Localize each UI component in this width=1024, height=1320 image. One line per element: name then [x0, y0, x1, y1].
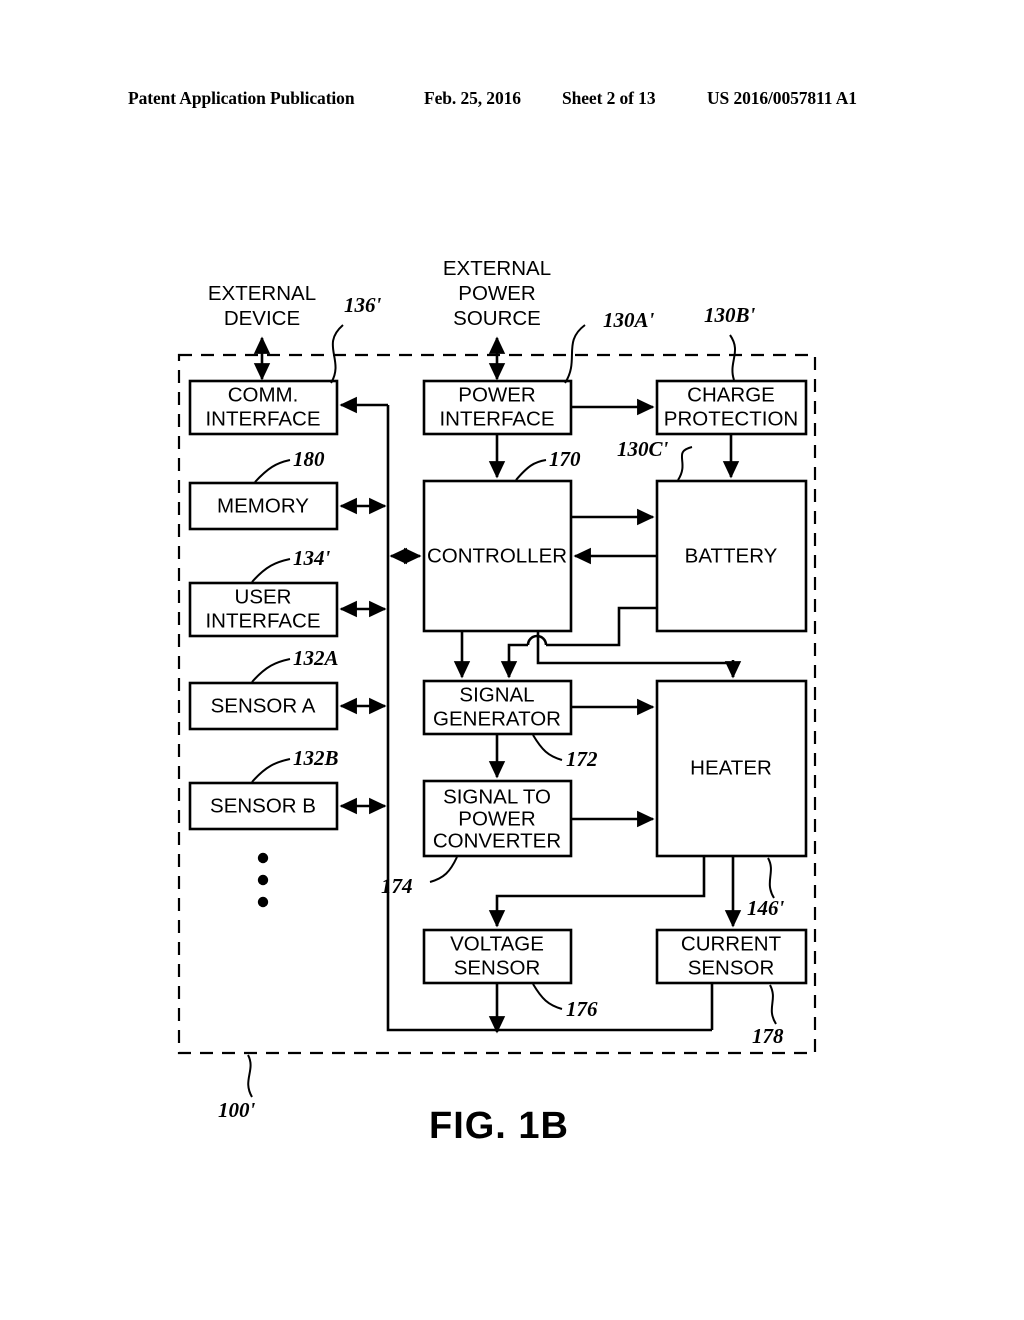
heater-label: HEATER	[690, 756, 772, 779]
s2p-label-line2: POWER	[458, 807, 535, 830]
leader-146	[767, 857, 775, 899]
ref-172-label: 172	[566, 747, 598, 771]
comm-interface-label-line2: INTERFACE	[205, 407, 320, 430]
leader-100	[247, 1054, 253, 1098]
wire-hop-tail-to-siggen	[507, 643, 528, 677]
leader-132B	[251, 758, 291, 783]
leader-178	[769, 984, 777, 1025]
sensor-ellipsis-dot-3	[257, 896, 269, 908]
external-power-source-label-line3: SOURCE	[453, 307, 541, 330]
leader-134	[251, 558, 291, 583]
signal-generator-label-line2: GENERATOR	[433, 707, 561, 730]
external-power-source-label-line1: EXTERNAL	[443, 257, 551, 280]
ref-134-label: 134'	[293, 546, 331, 570]
ref-170-label: 170	[549, 447, 581, 471]
power-interface-label-line1: POWER	[458, 383, 535, 406]
ref-180-label: 180	[293, 447, 325, 471]
user-interface-label-line2: INTERFACE	[205, 609, 320, 632]
figure-caption: FIG. 1B	[429, 1105, 569, 1147]
s2p-label-line3: CONVERTER	[433, 829, 561, 852]
battery-label: BATTERY	[685, 544, 778, 567]
figure-1b-diagram: EXTERNAL DEVICE EXTERNAL POWER SOURCE CO…	[177, 257, 817, 1147]
external-power-source-label-line2: POWER	[458, 282, 535, 305]
ref-176-label: 176	[566, 997, 598, 1021]
comm-interface-label-line1: COMM.	[228, 383, 299, 406]
ref-132A-label: 132A	[293, 646, 339, 670]
wire-controller-to-heater	[536, 631, 735, 677]
sensor-ellipsis-dot-2	[257, 874, 269, 886]
memory-label: MEMORY	[217, 494, 309, 517]
ref-130C-label: 130C'	[617, 437, 669, 461]
controller-label: CONTROLLER	[427, 544, 567, 567]
signal-generator-label-line1: SIGNAL	[459, 683, 534, 706]
sensor-b-label: SENSOR B	[210, 794, 316, 817]
external-device-label-line1: EXTERNAL	[208, 282, 316, 305]
leader-176	[532, 983, 563, 1010]
ref-132B-label: 132B	[293, 746, 339, 770]
leader-132A	[251, 658, 291, 683]
ref-174-label: 174	[381, 874, 413, 898]
power-interface-label-line2: INTERFACE	[439, 407, 554, 430]
ref-100-label: 100'	[218, 1098, 256, 1122]
ref-130B-label: 130B'	[704, 303, 756, 327]
wire-heater-to-voltage-sensor	[495, 856, 706, 926]
s2p-label-line1: SIGNAL TO	[443, 785, 551, 808]
ref-136-label: 136'	[344, 293, 382, 317]
sensor-a-label: SENSOR A	[211, 694, 316, 717]
leader-174	[429, 856, 458, 883]
patent-figure-page: Patent Application Publication Feb. 25, …	[0, 0, 1024, 1320]
leader-172	[532, 734, 563, 761]
ref-146-label: 146'	[747, 896, 785, 920]
leader-130C	[677, 446, 693, 481]
ref-178-label: 178	[752, 1024, 784, 1048]
voltage-sensor-label-line2: SENSOR	[454, 956, 541, 979]
sensor-ellipsis-dot-1	[257, 852, 269, 864]
current-sensor-label-line1: CURRENT	[681, 932, 782, 955]
external-device-label-line2: DEVICE	[224, 307, 300, 330]
leader-180	[254, 459, 291, 483]
charge-protection-label-line2: PROTECTION	[664, 407, 798, 430]
charge-protection-label-line1: CHARGE	[687, 383, 775, 406]
ref-130A-label: 130A'	[603, 308, 655, 332]
voltage-sensor-label-line1: VOLTAGE	[450, 932, 544, 955]
leader-170	[515, 459, 547, 481]
leader-130B	[729, 334, 736, 381]
user-interface-label-line1: USER	[235, 585, 292, 608]
current-sensor-label-line2: SENSOR	[688, 956, 775, 979]
